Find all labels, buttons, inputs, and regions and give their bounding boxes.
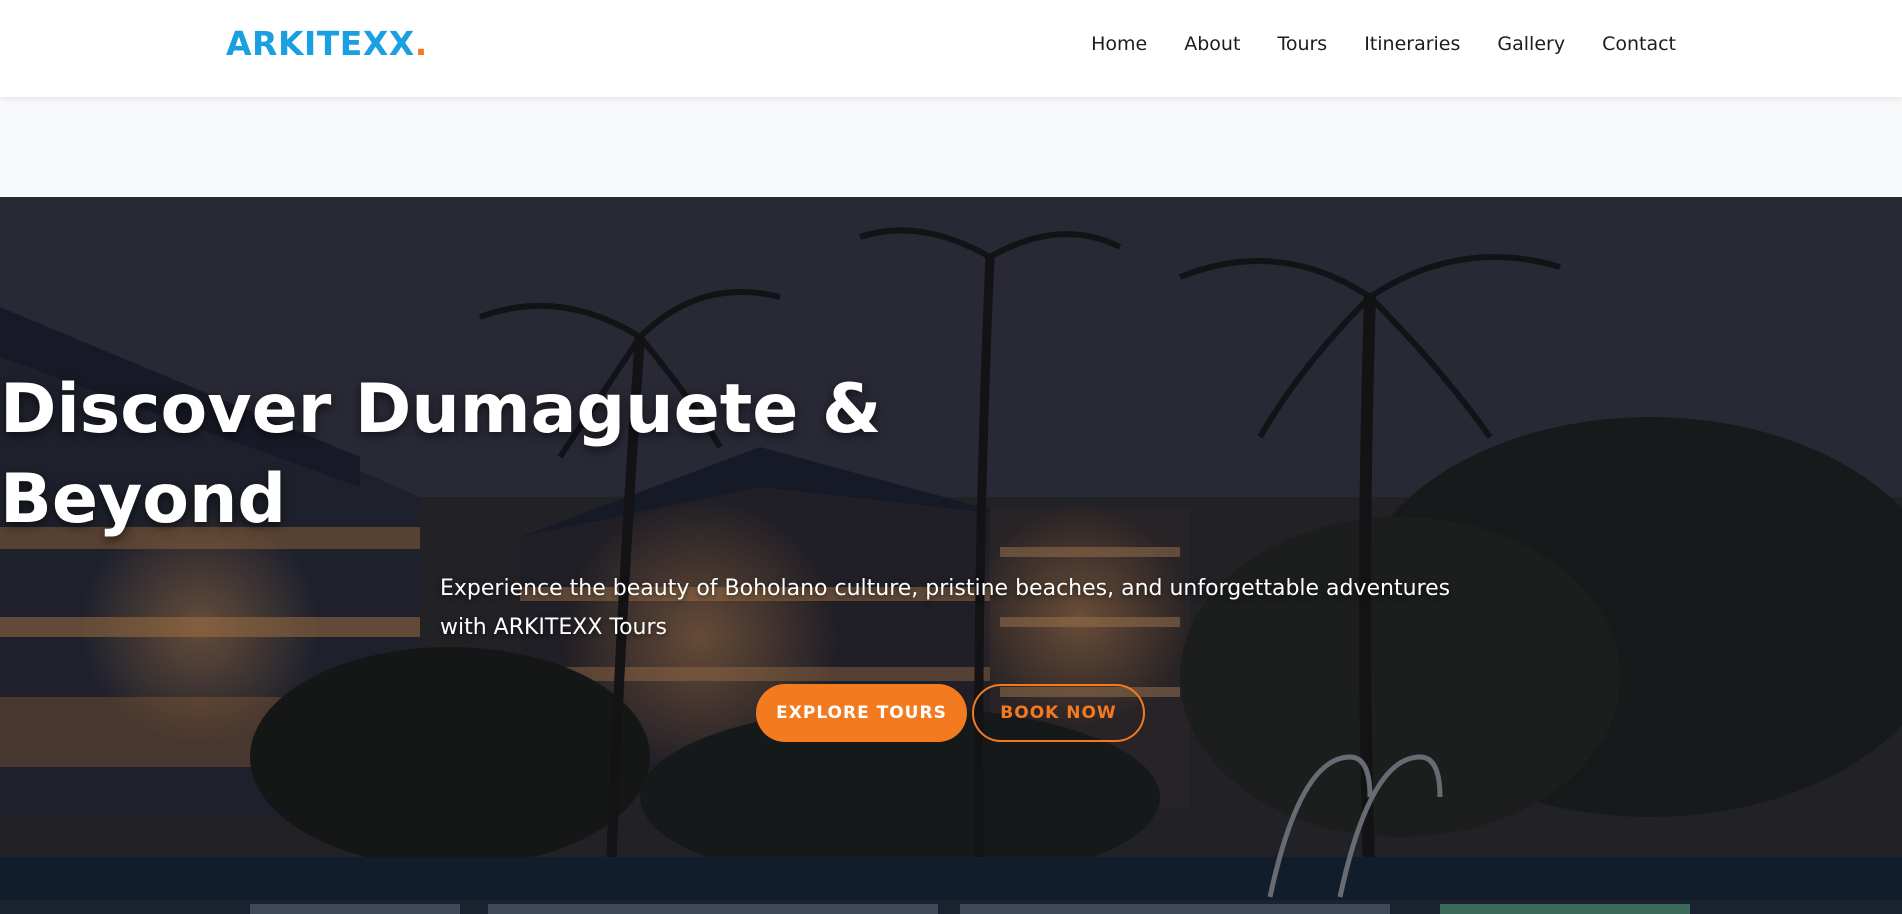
card-peek bbox=[960, 904, 1390, 914]
hero-subtitle: Experience the beauty of Boholano cultur… bbox=[440, 576, 1451, 640]
brand-name[interactable]: ARKITEXX bbox=[226, 24, 415, 63]
nav-tours[interactable]: Tours bbox=[1277, 33, 1327, 55]
nav-itineraries[interactable]: Itineraries bbox=[1364, 33, 1460, 55]
brand-dot: . bbox=[414, 24, 428, 63]
card-peek bbox=[250, 904, 460, 914]
hero-title-line-1: Discover Dumaguete & bbox=[0, 370, 882, 449]
main-nav: Home About Tours Itineraries Gallery Con… bbox=[1054, 33, 1676, 55]
explore-tours-button[interactable]: EXPLORE TOURS bbox=[756, 684, 967, 742]
hero-overlay bbox=[0, 197, 1902, 914]
nav-about[interactable]: About bbox=[1184, 33, 1240, 55]
hero-title-line-2: Beyond bbox=[0, 460, 287, 539]
navbar: ARKITEXX. Home About Tours Itineraries G… bbox=[0, 0, 1902, 97]
next-section-peek bbox=[0, 900, 1902, 914]
hero-section: Discover Dumaguete & Beyond Experience t… bbox=[0, 197, 1902, 914]
card-peek bbox=[488, 904, 938, 914]
nav-contact[interactable]: Contact bbox=[1602, 33, 1676, 55]
brand-logo[interactable]: ARKITEXX. bbox=[226, 24, 428, 63]
card-peek bbox=[1440, 904, 1690, 914]
book-now-button[interactable]: BOOK NOW bbox=[972, 684, 1145, 742]
nav-gallery[interactable]: Gallery bbox=[1497, 33, 1565, 55]
nav-home[interactable]: Home bbox=[1091, 33, 1147, 55]
hero-title: Discover Dumaguete & Beyond bbox=[0, 365, 1902, 545]
